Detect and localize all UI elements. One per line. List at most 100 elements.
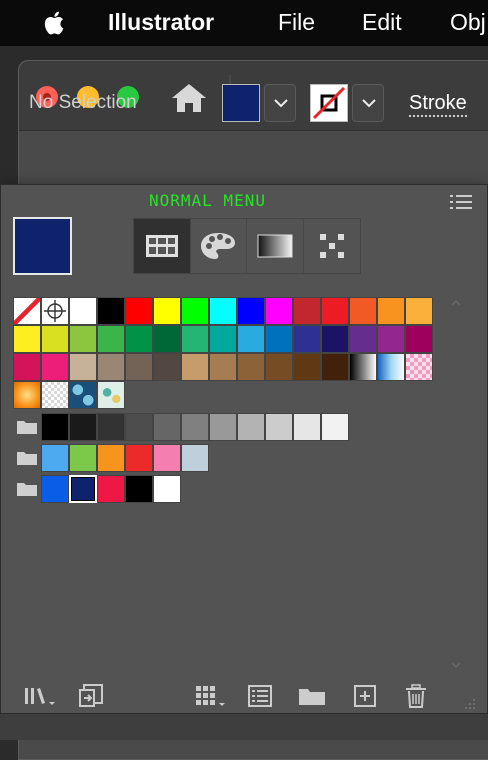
panel-menu-icon[interactable] — [449, 193, 473, 211]
swatch[interactable] — [321, 325, 349, 353]
swatch[interactable] — [321, 413, 349, 441]
swatch[interactable] — [265, 413, 293, 441]
swatch[interactable] — [41, 381, 69, 409]
swatch[interactable] — [349, 297, 377, 325]
swatch[interactable] — [265, 297, 293, 325]
swatch[interactable] — [153, 297, 181, 325]
swatch[interactable] — [293, 325, 321, 353]
swatch[interactable] — [405, 353, 433, 381]
swatch[interactable] — [97, 297, 125, 325]
swatch[interactable] — [181, 353, 209, 381]
swatch[interactable] — [97, 475, 125, 503]
apple-menu-icon[interactable] — [40, 8, 70, 38]
swatch[interactable] — [181, 444, 209, 472]
swatch[interactable] — [97, 413, 125, 441]
folder-icon[interactable] — [13, 413, 41, 441]
tab-gradient[interactable] — [247, 219, 304, 273]
swatch[interactable] — [41, 325, 69, 353]
place-swatches-icon[interactable] — [77, 683, 105, 709]
tab-color-palette[interactable] — [191, 219, 247, 273]
swatch[interactable] — [69, 413, 97, 441]
swatch[interactable] — [237, 325, 265, 353]
menu-app-name[interactable]: Illustrator — [108, 9, 214, 36]
show-kinds-icon[interactable] — [193, 683, 229, 709]
swatch[interactable] — [181, 413, 209, 441]
swatch[interactable] — [41, 475, 69, 503]
swatch-registration[interactable] — [41, 297, 69, 325]
scrollbar[interactable] — [449, 297, 463, 673]
swatch[interactable] — [237, 297, 265, 325]
swatch[interactable] — [97, 444, 125, 472]
swatch[interactable] — [377, 325, 405, 353]
folder-icon[interactable] — [13, 475, 41, 503]
swatch[interactable] — [377, 297, 405, 325]
swatch-options-icon[interactable] — [247, 683, 273, 709]
swatch[interactable] — [125, 413, 153, 441]
new-color-group-icon[interactable] — [297, 683, 327, 709]
swatch[interactable] — [405, 325, 433, 353]
swatch[interactable] — [125, 297, 153, 325]
resize-grip-icon[interactable] — [461, 697, 477, 711]
swatch[interactable] — [69, 444, 97, 472]
home-icon[interactable] — [169, 81, 209, 115]
swatch[interactable] — [293, 297, 321, 325]
swatch[interactable] — [209, 413, 237, 441]
swatch[interactable] — [321, 297, 349, 325]
swatch[interactable] — [69, 475, 97, 503]
new-swatch-icon[interactable] — [353, 683, 377, 709]
swatch[interactable] — [97, 353, 125, 381]
swatch[interactable] — [293, 353, 321, 381]
swatch[interactable] — [237, 353, 265, 381]
folder-icon[interactable] — [13, 444, 41, 472]
swatch[interactable] — [125, 444, 153, 472]
delete-swatch-icon[interactable] — [403, 683, 429, 709]
menu-edit[interactable]: Edit — [362, 9, 402, 36]
swatch[interactable] — [69, 353, 97, 381]
swatch[interactable] — [13, 381, 41, 409]
fill-color-swatch[interactable] — [222, 84, 260, 122]
swatch[interactable] — [349, 325, 377, 353]
current-fill-swatch[interactable] — [13, 217, 72, 275]
swatch[interactable] — [69, 297, 97, 325]
menu-object[interactable]: Obj — [450, 9, 486, 36]
swatch[interactable] — [153, 475, 181, 503]
swatch[interactable] — [153, 353, 181, 381]
swatch[interactable] — [209, 297, 237, 325]
tab-pattern[interactable] — [304, 219, 361, 273]
stroke-label[interactable]: Stroke — [409, 92, 467, 117]
swatch[interactable] — [125, 475, 153, 503]
swatch[interactable] — [69, 381, 97, 409]
swatch[interactable] — [265, 353, 293, 381]
swatch[interactable] — [321, 353, 349, 381]
swatch[interactable] — [97, 325, 125, 353]
swatch[interactable] — [41, 444, 69, 472]
swatch[interactable] — [153, 413, 181, 441]
stroke-dropdown-button[interactable] — [352, 84, 384, 122]
swatch[interactable] — [293, 413, 321, 441]
swatch[interactable] — [209, 325, 237, 353]
swatch[interactable] — [265, 325, 293, 353]
swatch[interactable] — [41, 413, 69, 441]
swatch[interactable] — [125, 353, 153, 381]
swatch-none[interactable] — [13, 297, 41, 325]
swatch[interactable] — [13, 325, 41, 353]
swatch[interactable] — [153, 444, 181, 472]
swatch[interactable] — [181, 297, 209, 325]
swatch[interactable] — [13, 353, 41, 381]
swatch[interactable] — [153, 325, 181, 353]
swatch[interactable] — [125, 325, 153, 353]
swatch[interactable] — [377, 353, 405, 381]
swatch[interactable] — [97, 381, 125, 409]
swatch[interactable] — [69, 325, 97, 353]
tab-swatches-grid[interactable] — [134, 219, 191, 273]
menu-file[interactable]: File — [278, 9, 315, 36]
swatch[interactable] — [405, 297, 433, 325]
swatch[interactable] — [181, 325, 209, 353]
swatch[interactable] — [41, 353, 69, 381]
stroke-color-swatch[interactable] — [310, 84, 348, 122]
swatch[interactable] — [349, 353, 377, 381]
swatch[interactable] — [209, 353, 237, 381]
fill-dropdown-button[interactable] — [264, 84, 296, 122]
swatch[interactable] — [237, 413, 265, 441]
swatch-libraries-icon[interactable] — [23, 683, 57, 709]
